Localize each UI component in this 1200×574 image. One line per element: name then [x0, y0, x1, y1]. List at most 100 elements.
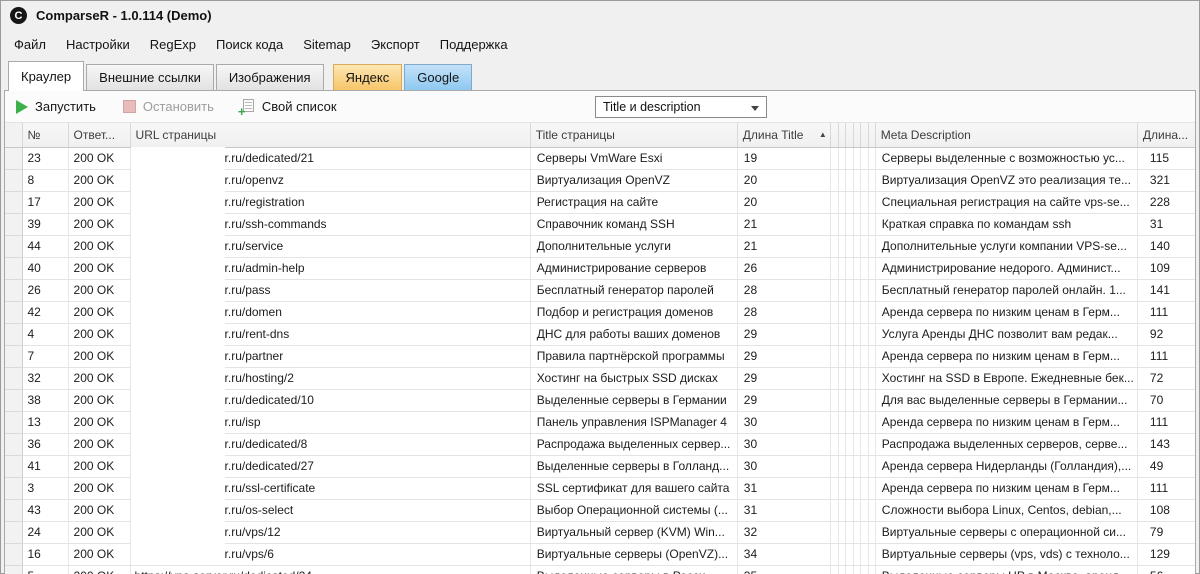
- cell-meta-description[interactable]: Распродажа выделенных серверов, серве...: [875, 433, 1137, 455]
- cell-meta-description[interactable]: Аренда сервера по низким ценам в Герм...: [875, 301, 1137, 323]
- cell-title-length[interactable]: 35: [737, 565, 830, 574]
- row-header-cell[interactable]: [5, 279, 22, 301]
- column-header-title-length[interactable]: Длина Title ▲: [737, 123, 830, 147]
- row-header-cell[interactable]: [5, 213, 22, 235]
- column-header-description-length[interactable]: Длина...: [1137, 123, 1195, 147]
- menu-item-settings[interactable]: Настройки: [56, 32, 140, 57]
- cell-description-length[interactable]: 140: [1137, 235, 1195, 257]
- cell-description-length[interactable]: 108: [1137, 499, 1195, 521]
- cell-description-length[interactable]: 321: [1137, 169, 1195, 191]
- cell-number[interactable]: 38: [22, 389, 68, 411]
- cell-meta-description[interactable]: Администрирование недорого. Админист...: [875, 257, 1137, 279]
- cell-title[interactable]: Выбор Операционной системы (...: [530, 499, 737, 521]
- tab-external-links[interactable]: Внешние ссылки: [86, 64, 214, 90]
- column-header-title[interactable]: Title страницы: [530, 123, 737, 147]
- cell-title[interactable]: Выделенные серверы в Германии: [530, 389, 737, 411]
- cell-meta-description[interactable]: Услуга Аренды ДНС позволит вам редак...: [875, 323, 1137, 345]
- cell-title[interactable]: Правила партнёрской программы: [530, 345, 737, 367]
- cell-meta-description[interactable]: Хостинг на SSD в Европе. Ежедневные бек.…: [875, 367, 1137, 389]
- cell-number[interactable]: 36: [22, 433, 68, 455]
- cell-title-length[interactable]: 31: [737, 477, 830, 499]
- collapsed-column-header[interactable]: [830, 123, 838, 147]
- cell-title[interactable]: Выделенные серверы в Голланд...: [530, 455, 737, 477]
- cell-title-length[interactable]: 20: [737, 191, 830, 213]
- cell-description-length[interactable]: 228: [1137, 191, 1195, 213]
- collapsed-column-header[interactable]: [845, 123, 853, 147]
- cell-meta-description[interactable]: Специальная регистрация на сайте vps-se.…: [875, 191, 1137, 213]
- cell-number[interactable]: 43: [22, 499, 68, 521]
- cell-number[interactable]: 44: [22, 235, 68, 257]
- tab-google[interactable]: Google: [404, 64, 472, 90]
- cell-title[interactable]: Администрирование серверов: [530, 257, 737, 279]
- cell-title-length[interactable]: 20: [737, 169, 830, 191]
- cell-number[interactable]: 39: [22, 213, 68, 235]
- cell-meta-description[interactable]: Выделенные серверы HP в Москве, аренд...: [875, 565, 1137, 574]
- cell-meta-description[interactable]: Серверы выделенные с возможностью ус...: [875, 147, 1137, 169]
- row-header-cell[interactable]: [5, 169, 22, 191]
- cell-status[interactable]: 200 OK: [68, 499, 130, 521]
- cell-title-length[interactable]: 30: [737, 455, 830, 477]
- cell-status[interactable]: 200 OK: [68, 367, 130, 389]
- cell-status[interactable]: 200 OK: [68, 433, 130, 455]
- cell-status[interactable]: 200 OK: [68, 521, 130, 543]
- cell-title-length[interactable]: 31: [737, 499, 830, 521]
- cell-title-length[interactable]: 29: [737, 345, 830, 367]
- cell-title[interactable]: Бесплатный генератор паролей: [530, 279, 737, 301]
- cell-title[interactable]: Виртуализация OpenVZ: [530, 169, 737, 191]
- column-header-url[interactable]: URL страницы: [130, 123, 530, 147]
- row-header-cell[interactable]: [5, 411, 22, 433]
- cell-description-length[interactable]: 143: [1137, 433, 1195, 455]
- cell-meta-description[interactable]: Виртуальные серверы с операционной си...: [875, 521, 1137, 543]
- cell-description-length[interactable]: 31: [1137, 213, 1195, 235]
- cell-status[interactable]: 200 OK: [68, 279, 130, 301]
- custom-list-button[interactable]: + Свой список: [241, 99, 337, 114]
- tab-yandex[interactable]: Яндекс: [333, 64, 403, 90]
- cell-status[interactable]: 200 OK: [68, 147, 130, 169]
- cell-meta-description[interactable]: Для вас выделенные серверы в Германии...: [875, 389, 1137, 411]
- cell-title-length[interactable]: 29: [737, 389, 830, 411]
- cell-meta-description[interactable]: Виртуализация OpenVZ это реализация те..…: [875, 169, 1137, 191]
- row-header-cell[interactable]: [5, 433, 22, 455]
- cell-number[interactable]: 16: [22, 543, 68, 565]
- cell-meta-description[interactable]: Сложности выбора Linux, Centos, debian,.…: [875, 499, 1137, 521]
- cell-meta-description[interactable]: Виртуальные серверы (vps, vds) с техноло…: [875, 543, 1137, 565]
- menu-item-file[interactable]: Файл: [4, 32, 56, 57]
- cell-number[interactable]: 24: [22, 521, 68, 543]
- cell-status[interactable]: 200 OK: [68, 257, 130, 279]
- cell-status[interactable]: 200 OK: [68, 191, 130, 213]
- cell-number[interactable]: 42: [22, 301, 68, 323]
- column-header-status[interactable]: Ответ...: [68, 123, 130, 147]
- filter-dropdown[interactable]: Title и description: [595, 96, 767, 118]
- cell-title-length[interactable]: 29: [737, 323, 830, 345]
- cell-description-length[interactable]: 70: [1137, 389, 1195, 411]
- cell-meta-description[interactable]: Аренда сервера Нидерланды (Голландия),..…: [875, 455, 1137, 477]
- cell-title[interactable]: ДНС для работы ваших доменов: [530, 323, 737, 345]
- row-header-cell[interactable]: [5, 301, 22, 323]
- cell-status[interactable]: 200 OK: [68, 477, 130, 499]
- cell-meta-description[interactable]: Краткая справка по командам ssh: [875, 213, 1137, 235]
- cell-meta-description[interactable]: Аренда сервера по низким ценам в Герм...: [875, 345, 1137, 367]
- menu-item-code-search[interactable]: Поиск кода: [206, 32, 293, 57]
- cell-status[interactable]: 200 OK: [68, 213, 130, 235]
- cell-meta-description[interactable]: Аренда сервера по низким ценам в Герм...: [875, 411, 1137, 433]
- cell-title-length[interactable]: 32: [737, 521, 830, 543]
- cell-description-length[interactable]: 56: [1137, 565, 1195, 574]
- cell-number[interactable]: 41: [22, 455, 68, 477]
- menu-item-regexp[interactable]: RegExp: [140, 32, 206, 57]
- stop-button[interactable]: Остановить: [123, 99, 214, 114]
- cell-status[interactable]: 200 OK: [68, 235, 130, 257]
- cell-number[interactable]: 8: [22, 169, 68, 191]
- row-header-cell[interactable]: [5, 235, 22, 257]
- cell-status[interactable]: 200 OK: [68, 323, 130, 345]
- cell-title[interactable]: SSL сертификат для вашего сайта: [530, 477, 737, 499]
- row-header-cell[interactable]: [5, 191, 22, 213]
- cell-description-length[interactable]: 111: [1137, 477, 1195, 499]
- cell-number[interactable]: 5: [22, 565, 68, 574]
- row-header-cell[interactable]: [5, 147, 22, 169]
- cell-title[interactable]: Виртуальные серверы (OpenVZ)...: [530, 543, 737, 565]
- collapsed-column-header[interactable]: [868, 123, 875, 147]
- cell-status[interactable]: 200 OK: [68, 345, 130, 367]
- collapsed-column-header[interactable]: [860, 123, 868, 147]
- menu-item-support[interactable]: Поддержка: [430, 32, 518, 57]
- cell-status[interactable]: 200 OK: [68, 389, 130, 411]
